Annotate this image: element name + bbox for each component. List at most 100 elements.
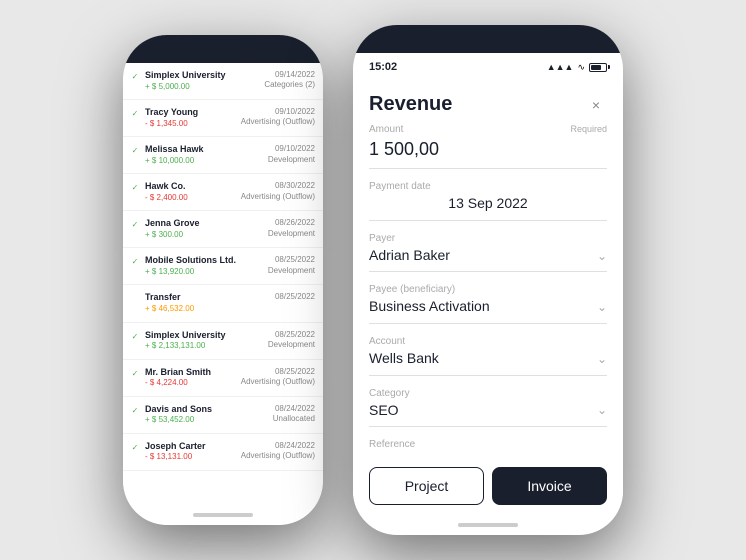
right-notch	[448, 31, 528, 47]
reference-field: Reference	[369, 439, 607, 457]
tx-content: Mobile Solutions Ltd. + $ 13,920.00	[145, 255, 264, 277]
account-label: Account	[369, 336, 607, 347]
transaction-item[interactable]: ✓ Simplex University + $ 5,000.00 09/14/…	[123, 63, 323, 100]
close-button[interactable]: ×	[585, 94, 607, 116]
tx-content: Transfer + $ 46,532.00	[145, 292, 271, 314]
tx-check-icon: ✓	[129, 144, 141, 155]
tx-amount: + $ 13,920.00	[145, 267, 264, 277]
tx-amount: - $ 2,400.00	[145, 193, 237, 203]
tx-check-icon: ✓	[129, 107, 141, 118]
tx-amount: + $ 5,000.00	[145, 82, 260, 92]
tx-right: 08/24/2022 Unallocated	[273, 404, 315, 425]
tx-category: Development	[268, 229, 315, 239]
tx-right: 08/25/2022 Development	[268, 330, 315, 351]
tx-name: Transfer	[145, 292, 271, 304]
home-bar	[193, 513, 253, 517]
tx-check-icon: ✓	[129, 367, 141, 378]
transaction-item[interactable]: ✓ Mr. Brian Smith - $ 4,224.00 08/25/202…	[123, 360, 323, 397]
transaction-item[interactable]: ✓ Hawk Co. - $ 2,400.00 08/30/2022 Adver…	[123, 174, 323, 211]
tx-right: 08/25/2022 Advertising (Outflow)	[241, 367, 315, 388]
tx-content: Jenna Grove + $ 300.00	[145, 218, 264, 240]
tx-check-icon: ✓	[129, 218, 141, 229]
category-field: Category SEO ⌄	[369, 388, 607, 428]
tx-amount: + $ 2,133,131.00	[145, 341, 264, 351]
tx-check-icon: ✓	[129, 330, 141, 341]
payment-date-label: Payment date	[369, 181, 607, 192]
tx-category: Categories (2)	[264, 80, 315, 90]
tx-check-icon: ✓	[129, 441, 141, 452]
tx-amount: + $ 300.00	[145, 230, 264, 240]
payment-date-field: Payment date 13 Sep 2022	[369, 181, 607, 221]
tx-amount: + $ 46,532.00	[145, 304, 271, 314]
tx-right: 08/25/2022 Development	[268, 255, 315, 276]
right-home-indicator	[353, 515, 623, 535]
category-label: Category	[369, 388, 607, 399]
signal-icon: ▲▲▲	[547, 62, 574, 72]
transaction-item[interactable]: ✓ Simplex University + $ 2,133,131.00 08…	[123, 323, 323, 360]
form-footer: ProjectInvoice	[353, 457, 623, 515]
tx-name: Tracy Young	[145, 107, 237, 119]
left-phone: ✓ Simplex University + $ 5,000.00 09/14/…	[123, 35, 323, 525]
tx-right: 09/10/2022 Development	[268, 144, 315, 165]
category-value[interactable]: SEO	[369, 401, 399, 421]
tx-name: Jenna Grove	[145, 218, 264, 230]
amount-value[interactable]: 1 500,00	[369, 137, 607, 162]
payee-value[interactable]: Business Activation	[369, 297, 490, 317]
tx-name: Melissa Hawk	[145, 144, 264, 156]
tx-name: Simplex University	[145, 70, 260, 82]
status-icons: ▲▲▲ ∿	[547, 62, 607, 73]
form-title: Revenue	[369, 93, 452, 116]
account-field: Account Wells Bank ⌄	[369, 336, 607, 376]
tx-category: Advertising (Outflow)	[241, 192, 315, 202]
invoice-button[interactable]: Invoice	[492, 467, 607, 505]
transaction-item[interactable]: ✓ Mobile Solutions Ltd. + $ 13,920.00 08…	[123, 248, 323, 285]
category-chevron-icon: ⌄	[597, 403, 607, 417]
payee-label: Payee (beneficiary)	[369, 284, 607, 295]
account-value[interactable]: Wells Bank	[369, 349, 439, 369]
project-button[interactable]: Project	[369, 467, 484, 505]
transaction-item[interactable]: ✓ Tracy Young - $ 1,345.00 09/10/2022 Ad…	[123, 100, 323, 137]
tx-date: 08/25/2022	[275, 292, 315, 302]
tx-right: 08/26/2022 Development	[268, 218, 315, 239]
tx-check-icon: ✓	[129, 70, 141, 81]
tx-right: 08/24/2022 Advertising (Outflow)	[241, 441, 315, 462]
transaction-list[interactable]: ✓ Simplex University + $ 5,000.00 09/14/…	[123, 63, 323, 505]
reference-value[interactable]	[369, 452, 607, 457]
notch	[183, 41, 263, 57]
payment-date-value[interactable]: 13 Sep 2022	[369, 194, 607, 214]
tx-date: 08/25/2022	[268, 255, 315, 265]
tx-date: 08/25/2022	[268, 330, 315, 340]
transaction-item[interactable]: ✓ Transfer + $ 46,532.00 08/25/2022	[123, 285, 323, 322]
tx-content: Simplex University + $ 2,133,131.00	[145, 330, 264, 352]
transaction-item[interactable]: ✓ Joseph Carter - $ 13,131.00 08/24/2022…	[123, 434, 323, 471]
payer-value[interactable]: Adrian Baker	[369, 246, 450, 266]
tx-content: Mr. Brian Smith - $ 4,224.00	[145, 367, 237, 389]
tx-date: 08/24/2022	[273, 404, 315, 414]
right-home-bar	[458, 523, 518, 527]
reference-label: Reference	[369, 439, 607, 450]
tx-name: Davis and Sons	[145, 404, 269, 416]
transaction-item[interactable]: ✓ Jenna Grove + $ 300.00 08/26/2022 Deve…	[123, 211, 323, 248]
tx-category: Development	[268, 266, 315, 276]
wifi-icon: ∿	[577, 62, 585, 73]
tx-date: 08/25/2022	[241, 367, 315, 377]
tx-name: Joseph Carter	[145, 441, 237, 453]
tx-category: Development	[268, 340, 315, 350]
tx-check-icon: ✓	[129, 181, 141, 192]
home-indicator	[123, 505, 323, 525]
tx-date: 09/10/2022	[268, 144, 315, 154]
transaction-item[interactable]: ✓ Melissa Hawk + $ 10,000.00 09/10/2022 …	[123, 137, 323, 174]
transaction-item[interactable]: ✓ Davis and Sons + $ 53,452.00 08/24/202…	[123, 397, 323, 434]
tx-name: Mr. Brian Smith	[145, 367, 237, 379]
tx-amount: + $ 10,000.00	[145, 156, 264, 166]
tx-content: Davis and Sons + $ 53,452.00	[145, 404, 269, 426]
form-body: Amount 1 500,00 Required Payment date 13…	[353, 124, 623, 457]
tx-content: Melissa Hawk + $ 10,000.00	[145, 144, 264, 166]
tx-date: 08/30/2022	[241, 181, 315, 191]
payer-field: Payer Adrian Baker ⌄	[369, 233, 607, 273]
tx-category: Unallocated	[273, 414, 315, 424]
tx-check-icon: ✓	[129, 255, 141, 266]
tx-name: Hawk Co.	[145, 181, 237, 193]
tx-right: 09/10/2022 Advertising (Outflow)	[241, 107, 315, 128]
amount-field: Amount 1 500,00 Required	[369, 124, 607, 169]
